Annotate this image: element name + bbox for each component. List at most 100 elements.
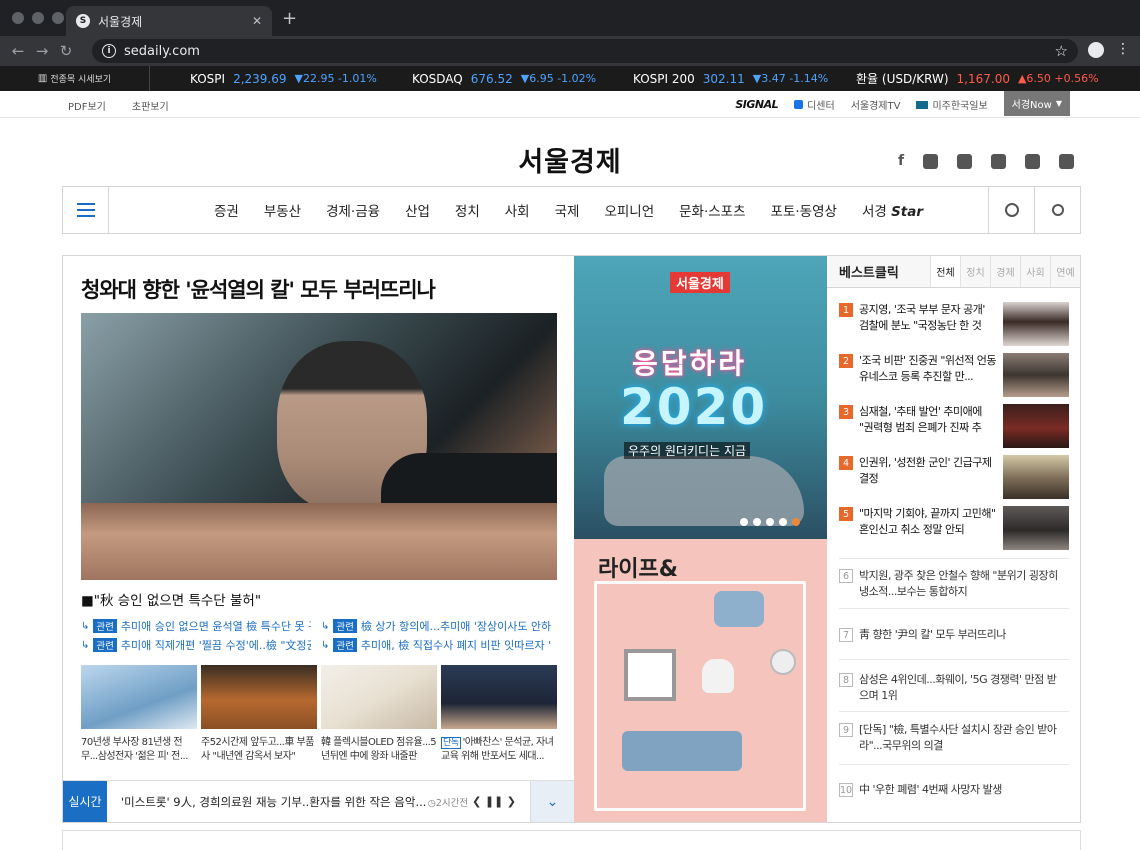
realtime-headline[interactable]: '미스트롯' 9人, 경희의료원 재능 기부..환자를 위한 작은 음악... (107, 794, 428, 810)
user-icon[interactable] (1034, 187, 1080, 233)
address-bar[interactable]: i sedaily.com ☆ (92, 39, 1078, 63)
tab-entertainment[interactable]: 연예 (1050, 256, 1080, 287)
lead-headline[interactable]: 청와대 향한 '윤석열의 칼' 모두 부러뜨리나 (81, 274, 436, 304)
lead-caption[interactable]: ■"秋 승인 없으면 특수단 불허" (81, 589, 261, 609)
divider (839, 608, 1069, 609)
tab-politics[interactable]: 정치 (960, 256, 990, 287)
bookmark-star-icon[interactable]: ☆ (1055, 42, 1068, 60)
related-tag: 관련 (333, 619, 357, 633)
realtime-controls[interactable]: ❮ ❚❚ ❯ (472, 795, 530, 808)
ticker-value: 2,239.69 (233, 71, 287, 86)
best-item[interactable]: 6 박지원, 광주 찾은 안철수 향해 "분위기 굉장히 냉소적...보수는 통… (839, 568, 1069, 600)
ticker-usdkrw[interactable]: 환율 (USD/KRW) 1,167.00 ▲6.50 +0.56% (856, 70, 1099, 87)
promo-banner[interactable]: 서울경제 응답하라 2020 우주의 원더키디는 지금 (574, 256, 827, 539)
best-item[interactable]: 8 삼성은 4위인데...화웨이, '5G 경쟁력' 만점 받으며 1위 (839, 672, 1069, 704)
minimize-window-button[interactable] (32, 12, 44, 24)
nav-item-stocks[interactable]: 증권 (214, 200, 239, 220)
all-stocks-link[interactable]: ▥ 전종목 시세보기 (0, 66, 150, 91)
nav-item-industry[interactable]: 산업 (405, 200, 430, 220)
decenter-link[interactable]: 디센터 (794, 97, 835, 112)
pdf-view-link[interactable]: PDF보기 (68, 98, 106, 113)
window-controls (12, 12, 64, 24)
account-icon[interactable] (1088, 42, 1104, 58)
nav-item-photo-video[interactable]: 포토·동영상 (771, 200, 837, 220)
best-click-title: 베스트클릭 (839, 266, 899, 281)
related-link[interactable]: ↳관련추미애 승인 없으면 윤석열 檢 특수단 못 꾸린다 (81, 618, 311, 634)
carousel-dot[interactable] (753, 518, 761, 526)
ticker-kospi[interactable]: KOSPI 2,239.69 ▼22.95 -1.01% (190, 72, 377, 86)
nav-item-international[interactable]: 국제 (555, 200, 580, 220)
close-tab-icon[interactable]: ✕ (252, 14, 262, 28)
signal-logo[interactable]: SIGNAL (735, 98, 778, 111)
best-item[interactable]: 10 中 '우한 폐렴' 4번째 사망자 발생 (839, 782, 1069, 814)
carousel-dots (740, 518, 800, 526)
sedaily-tv-link[interactable]: 서울경제TV (851, 97, 901, 112)
best-item[interactable]: 5 "마지막 기회야, 끝까지 고민해" 혼인신고 취소 정말 안되 (839, 506, 1069, 550)
arrow-icon: ↳ (321, 620, 330, 632)
forward-icon[interactable]: → (30, 42, 54, 60)
utility-bar: PDF보기 초판보기 SIGNAL 디센터 서울경제TV 미주한국일보 서경No… (0, 90, 1140, 118)
nav-item-culture-sports[interactable]: 문화·스포츠 (679, 200, 745, 220)
reload-icon[interactable]: ↻ (54, 42, 78, 60)
carousel-dot-active[interactable] (792, 518, 800, 526)
best-item[interactable]: 2 '조국 비판' 진중권 "위선적 언동 유네스코 등록 추진할 만... (839, 353, 1069, 397)
best-item[interactable]: 3 심재철, '추태 발언' 추미애에 "권력형 범죄 은폐가 진짜 추 (839, 404, 1069, 448)
sedaily-now-button[interactable]: 서경Now ▼ (1003, 90, 1070, 116)
thumb-image (201, 665, 317, 729)
youtube-icon[interactable] (991, 154, 1007, 169)
tab-all[interactable]: 전체 (930, 256, 960, 287)
best-item[interactable]: 1 공지영, '조국 부부 문자 공개' 검찰에 분노 "국정농단 한 것 (839, 302, 1069, 346)
ticker-kosdaq[interactable]: KOSDAQ 676.52 ▼6.95 -1.02% (412, 72, 596, 86)
nav-item-finance[interactable]: 경제·금융 (326, 200, 380, 220)
carousel-dot[interactable] (740, 518, 748, 526)
ticker-name: KOSDAQ (412, 71, 463, 86)
related-link[interactable]: ↳관련추미애, 檢 직접수사 폐지 비판 잇따르자 '일보후... (321, 637, 551, 653)
tab-title: 서울경제 (98, 14, 143, 29)
maximize-window-button[interactable] (52, 12, 64, 24)
first-edition-link[interactable]: 초판보기 (132, 98, 169, 113)
koreatimes-us-link[interactable]: 미주한국일보 (916, 97, 988, 112)
decenter-icon (794, 100, 804, 109)
nav-item-society[interactable]: 사회 (505, 200, 530, 220)
telegram-icon[interactable] (923, 154, 939, 169)
menu-dots-icon[interactable]: ⋮ (1116, 41, 1130, 57)
best-item[interactable]: 9 [단독] "檢, 특별수사단 설치시 장관 승인 받아라"...국무위의 의… (839, 722, 1069, 754)
twitter-icon[interactable] (957, 154, 973, 169)
instagram-icon[interactable] (1025, 154, 1041, 169)
nav-item-politics[interactable]: 정치 (455, 200, 480, 220)
related-link[interactable]: ↳ 관련 檢 상가 항의에...추미애 '장상이사도 안하는... (321, 618, 551, 634)
carousel-dot[interactable] (766, 518, 774, 526)
mail-icon[interactable] (1059, 154, 1075, 169)
thumb-item[interactable]: 단독 '아빠찬스' 문석균, 자녀 교육 위해 반포서도 세대... (441, 665, 557, 764)
browser-chrome: S 서울경제 ✕ + ← → ↻ i sedaily.com ☆ ⋮ (0, 0, 1140, 66)
thumb-item[interactable]: 주52시간제 앞두고...車 부품사 "내년엔 감옥서 보자" (201, 665, 317, 764)
new-tab-icon[interactable]: + (282, 8, 297, 29)
lead-photo[interactable] (81, 313, 557, 580)
info-icon[interactable]: i (102, 44, 116, 58)
nav-item-opinion[interactable]: 오피니언 (604, 200, 654, 220)
thumb-item[interactable]: 韓 플렉시블OLED 점유율...5년뒤엔 中에 왕좌 내줄판 (321, 665, 437, 764)
close-window-button[interactable] (12, 12, 24, 24)
tab-economy[interactable]: 경제 (990, 256, 1020, 287)
tab-society[interactable]: 사회 (1020, 256, 1050, 287)
main-content: 청와대 향한 '윤석열의 칼' 모두 부러뜨리나 ■"秋 승인 없으면 특수단 … (62, 255, 1081, 823)
facebook-icon[interactable]: f (898, 154, 904, 169)
hamburger-menu-icon[interactable] (63, 187, 109, 233)
realtime-label: 실시간 (63, 781, 107, 822)
related-link[interactable]: ↳관련추미애 직제개편 '찔끔 수정'에..檢 "文정권 수사... (81, 637, 311, 653)
search-icon[interactable] (988, 187, 1034, 233)
browser-tab[interactable]: S 서울경제 ✕ (66, 6, 272, 36)
nav-item-sekyung-star[interactable]: 서경 Star (862, 200, 923, 220)
best-item[interactable]: 7 靑 향한 '尹의 칼' 모두 부러뜨리나 (839, 627, 1069, 659)
realtime-time-text: 2시간전 (435, 797, 469, 809)
ticker-kospi200[interactable]: KOSPI 200 302.11 ▼3.47 -1.14% (633, 72, 828, 86)
carousel-dot[interactable] (779, 518, 787, 526)
thumb-item[interactable]: 70년생 부사장 81년생 전무...삼성전자 '젊은 피' 전... (81, 665, 197, 764)
expand-chevron-icon[interactable]: ⌄ (530, 781, 574, 822)
life-banner[interactable]: 라이프& (574, 539, 827, 822)
back-icon[interactable]: ← (6, 42, 30, 60)
nav-item-realestate[interactable]: 부동산 (264, 200, 301, 220)
best-item-text: "마지막 기회야, 끝까지 고민해" 혼인신고 취소 정말 안되 (859, 507, 996, 536)
best-item[interactable]: 4 인권위, '성전환 군인' 긴급구제 결정 (839, 455, 1069, 499)
lead-story: 청와대 향한 '윤석열의 칼' 모두 부러뜨리나 ■"秋 승인 없으면 특수단 … (63, 256, 574, 822)
